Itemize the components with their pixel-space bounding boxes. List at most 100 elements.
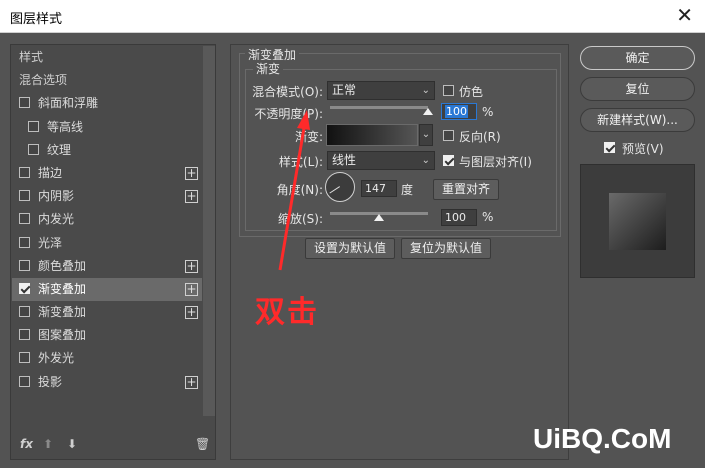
opacity-value: 100 bbox=[445, 105, 468, 118]
new-style-button[interactable]: 新建样式(W)... bbox=[580, 108, 695, 132]
add-effect-icon[interactable]: + bbox=[185, 375, 198, 389]
fx-icon[interactable]: fx bbox=[20, 437, 33, 451]
style-list-item-label: 渐变叠加 bbox=[38, 305, 87, 320]
style-checkbox[interactable] bbox=[28, 120, 39, 132]
style-list-item[interactable]: 纹理 bbox=[12, 139, 202, 162]
style-list-item-label: 外发光 bbox=[38, 351, 75, 366]
preview-swatch bbox=[609, 193, 666, 250]
style-list-item[interactable]: 等高线 bbox=[12, 116, 202, 139]
style-list-item[interactable]: 斜面和浮雕 bbox=[12, 92, 202, 115]
style-list-item-label: 内阴影 bbox=[38, 189, 75, 204]
angle-dial[interactable] bbox=[325, 172, 355, 202]
trash-icon[interactable]: 🗑 bbox=[195, 437, 210, 451]
preview-label: 预览(V) bbox=[622, 142, 664, 156]
scale-slider-thumb[interactable] bbox=[374, 214, 384, 221]
gradient-dropdown[interactable]: ⌄ bbox=[419, 124, 433, 146]
dither-checkbox[interactable] bbox=[443, 85, 454, 96]
style-checkbox[interactable] bbox=[19, 236, 30, 248]
style-list-item[interactable]: 内阴影 + bbox=[12, 185, 202, 208]
move-up-icon[interactable]: ⬆ bbox=[43, 437, 53, 451]
style-list-item[interactable]: 混合选项 bbox=[12, 69, 202, 92]
watermark-text: UiBQ.CoM bbox=[533, 423, 672, 454]
reset-to-default-button[interactable]: 复位为默认值 bbox=[401, 238, 491, 259]
preview-checkbox[interactable] bbox=[604, 142, 615, 153]
dialog-title: 图层样式 bbox=[10, 12, 63, 27]
scale-input[interactable]: 100 bbox=[441, 209, 477, 226]
dither-label: 仿色 bbox=[459, 85, 484, 99]
annotation-text: 双击 bbox=[255, 295, 319, 330]
style-list-item-label: 投影 bbox=[38, 374, 63, 389]
reset-button[interactable]: 复位 bbox=[580, 77, 695, 101]
add-effect-icon[interactable]: + bbox=[185, 190, 198, 204]
style-list-panel: 样式 混合选项 斜面和浮雕 等高线 纹理 描边 + 内阴影 + 内发光 光泽 颜色叠加 + 渐变叠加 + 渐变… bbox=[10, 44, 216, 460]
add-effect-icon[interactable]: + bbox=[185, 306, 198, 320]
style-list-item[interactable]: 颜色叠加 + bbox=[12, 255, 202, 278]
angle-dial-needle bbox=[329, 186, 340, 194]
reset-alignment-button[interactable]: 重置对齐 bbox=[433, 179, 499, 200]
reverse-label: 反向(R) bbox=[459, 130, 501, 144]
style-list-item-label: 样式 bbox=[19, 50, 44, 64]
style-list-item-label: 内发光 bbox=[38, 212, 75, 227]
add-effect-icon[interactable]: + bbox=[185, 259, 198, 273]
style-list-item[interactable]: 投影 + bbox=[12, 371, 202, 394]
add-effect-icon[interactable]: + bbox=[185, 282, 198, 296]
style-list-item[interactable]: 内发光 bbox=[12, 208, 202, 231]
style-checkbox[interactable] bbox=[19, 97, 30, 109]
blend-mode-select[interactable]: 正常 ⌄ bbox=[327, 81, 435, 100]
blend-mode-label: 混合模式(O): bbox=[252, 85, 323, 99]
scale-unit: % bbox=[482, 210, 494, 224]
style-checkbox[interactable] bbox=[19, 352, 30, 364]
move-down-icon[interactable]: ⬇ bbox=[67, 437, 77, 451]
sub-group-title: 渐变 bbox=[253, 60, 284, 77]
angle-value: 147 bbox=[365, 182, 386, 195]
ok-button[interactable]: 确定 bbox=[580, 46, 695, 70]
style-list-item-label: 光泽 bbox=[38, 235, 63, 250]
style-checkbox[interactable] bbox=[19, 329, 30, 341]
style-list-item-label: 纹理 bbox=[47, 142, 72, 157]
style-list-item[interactable]: 图案叠加 bbox=[12, 324, 202, 347]
style-checkbox[interactable] bbox=[19, 375, 30, 387]
style-list-item[interactable]: 外发光 bbox=[12, 347, 202, 370]
opacity-slider[interactable] bbox=[330, 106, 428, 109]
style-preview bbox=[580, 164, 695, 278]
align-with-layer-checkbox[interactable] bbox=[443, 155, 454, 166]
style-list-item-label: 等高线 bbox=[47, 119, 84, 134]
style-checkbox[interactable] bbox=[19, 306, 30, 318]
opacity-slider-thumb[interactable] bbox=[423, 108, 433, 115]
style-list-item-label: 图案叠加 bbox=[38, 328, 87, 343]
style-list-item[interactable]: 渐变叠加 + bbox=[12, 277, 202, 302]
chevron-down-icon: ⌄ bbox=[421, 85, 430, 96]
style-list-item[interactable]: 描边 + bbox=[12, 162, 202, 185]
style-list-item-label: 斜面和浮雕 bbox=[38, 96, 99, 111]
angle-input[interactable]: 147 bbox=[361, 180, 397, 197]
style-value: 线性 bbox=[332, 153, 357, 167]
style-checkbox[interactable] bbox=[19, 259, 30, 271]
style-checkbox[interactable] bbox=[19, 213, 30, 225]
align-with-layer-label: 与图层对齐(I) bbox=[459, 155, 532, 169]
scale-value: 100 bbox=[445, 211, 466, 224]
opacity-input[interactable]: 100 bbox=[441, 103, 477, 120]
style-checkbox[interactable] bbox=[28, 143, 39, 155]
annotation-arrow-icon bbox=[278, 110, 310, 271]
style-list-item-label: 混合选项 bbox=[19, 73, 68, 88]
angle-unit: 度 bbox=[401, 183, 414, 197]
style-checkbox[interactable] bbox=[19, 190, 30, 202]
style-list-item-label: 颜色叠加 bbox=[38, 258, 87, 273]
add-effect-icon[interactable]: + bbox=[185, 166, 198, 180]
make-default-button[interactable]: 设置为默认值 bbox=[305, 238, 395, 259]
style-list-scrollbar[interactable] bbox=[203, 46, 215, 416]
dialog-titlebar: 图层样式 ✕ bbox=[0, 0, 705, 33]
style-list-item[interactable]: 渐变叠加 + bbox=[12, 301, 202, 324]
close-icon[interactable]: ✕ bbox=[676, 4, 693, 26]
style-list-item-label: 描边 bbox=[38, 165, 63, 180]
style-list-item-label: 渐变叠加 bbox=[38, 281, 87, 296]
style-list: 样式 混合选项 斜面和浮雕 等高线 纹理 描边 + 内阴影 + 内发光 光泽 颜色叠加 + 渐变叠加 + 渐变… bbox=[12, 46, 202, 394]
style-list-toolbar: fx ⬆ ⬇ 🗑 bbox=[11, 433, 215, 459]
style-checkbox[interactable] bbox=[19, 166, 30, 178]
style-list-item[interactable]: 光泽 bbox=[12, 232, 202, 255]
gradient-swatch[interactable] bbox=[326, 124, 418, 146]
style-list-item[interactable]: 样式 bbox=[12, 46, 202, 69]
reverse-checkbox[interactable] bbox=[443, 130, 454, 141]
style-select[interactable]: 线性 ⌄ bbox=[327, 151, 435, 170]
style-checkbox[interactable] bbox=[19, 282, 30, 294]
